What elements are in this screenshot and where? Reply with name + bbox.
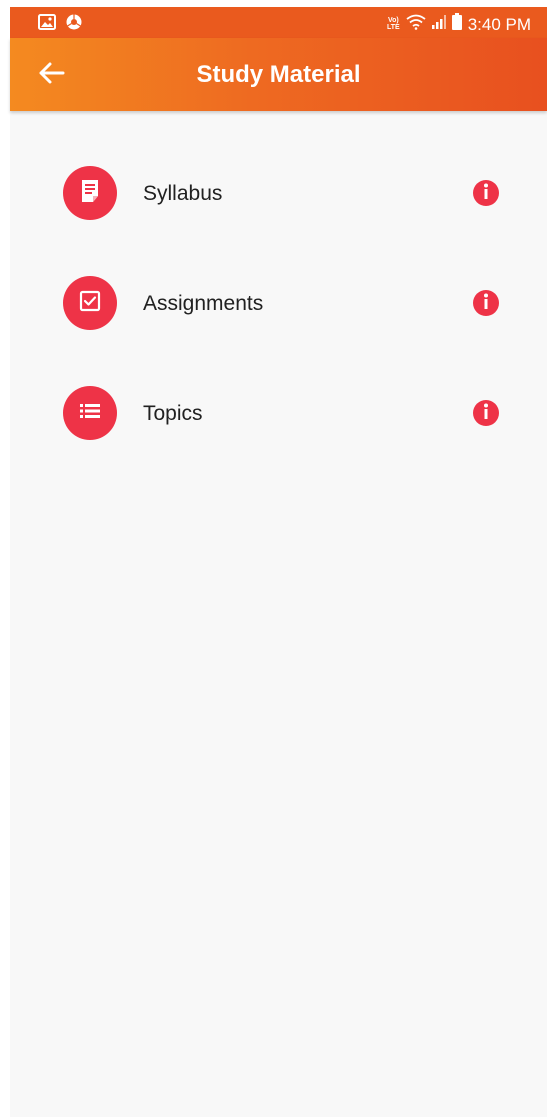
status-left-icons	[38, 14, 82, 35]
chrome-icon	[66, 14, 82, 35]
list-item-label: Topics	[143, 402, 203, 425]
app-bar: Study Material	[10, 38, 547, 111]
topics-info-button[interactable]	[473, 400, 499, 426]
status-bar: Vo) LTE 3:40 PM	[10, 7, 547, 38]
info-icon	[483, 403, 489, 424]
syllabus-info-button[interactable]	[473, 180, 499, 206]
status-right-icons: Vo) LTE 3:40 PM	[387, 13, 531, 35]
list-item-syllabus[interactable]: Syllabus	[10, 111, 547, 221]
battery-icon	[451, 13, 462, 35]
study-material-list: Syllabus Assignments Topics	[10, 111, 547, 441]
status-time: 3:40 PM	[467, 14, 531, 34]
screen: Vo) LTE 3:40 PM Study Material Syllabus …	[10, 7, 547, 1117]
list-item-label: Assignments	[143, 292, 264, 315]
signal-icon	[431, 14, 446, 34]
wifi-icon	[406, 14, 426, 35]
info-icon	[483, 183, 489, 204]
gallery-icon	[38, 14, 56, 35]
info-icon	[483, 293, 489, 314]
volte-line-1: Vo)	[387, 17, 399, 24]
checkbox-icon	[79, 290, 101, 317]
list-item-assignments[interactable]: Assignments	[10, 221, 547, 331]
topics-icon-circle	[63, 386, 117, 440]
volte-line-2: LTE	[386, 24, 400, 31]
document-icon	[80, 179, 100, 208]
assignments-info-button[interactable]	[473, 290, 499, 316]
syllabus-icon-circle	[63, 166, 117, 220]
volte-icon: Vo) LTE	[387, 17, 400, 31]
list-item-label: Syllabus	[143, 182, 223, 205]
assignments-icon-circle	[63, 276, 117, 330]
list-item-topics[interactable]: Topics	[10, 331, 547, 441]
page-title: Study Material	[196, 61, 361, 88]
list-icon	[79, 402, 101, 425]
